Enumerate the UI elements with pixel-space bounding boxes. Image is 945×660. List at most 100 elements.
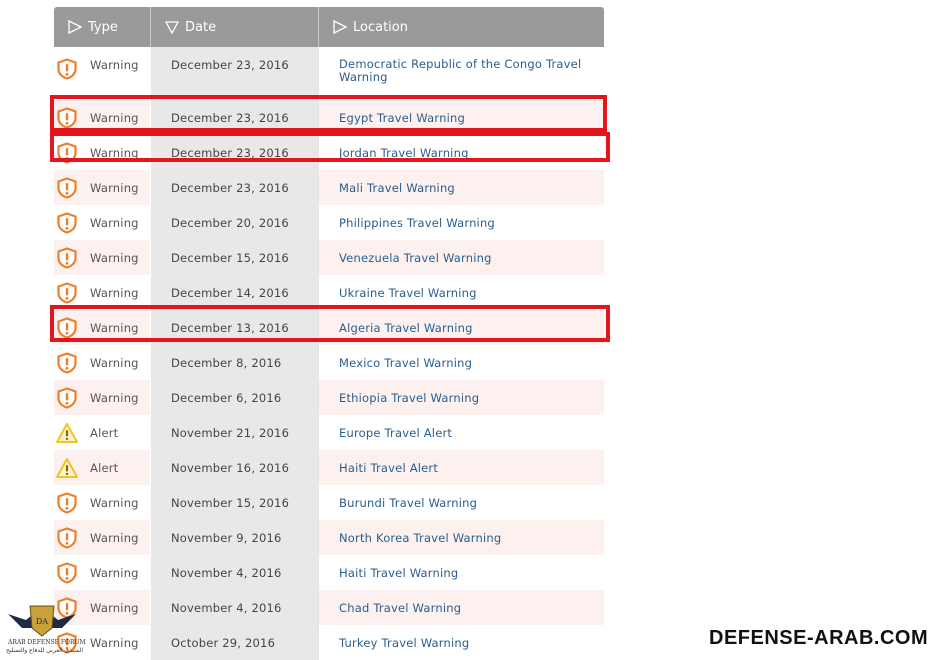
type-label: Warning [90,145,139,160]
location-link[interactable]: Haiti Travel Alert [339,461,438,475]
type-label: Warning [90,565,139,580]
location-cell: Philippines Travel Warning [318,205,604,240]
date-label: December 15, 2016 [171,250,289,265]
table-row: Warning December 13, 2016 Algeria Travel W… [54,310,604,345]
type-label: Warning [90,250,139,265]
date-label: December 23, 2016 [171,180,289,195]
type-label: Alert [90,460,119,475]
type-label: Warning [90,530,139,545]
date-label: November 9, 2016 [171,530,282,545]
table-row: Warning November 15, 2016 Burundi Travel W… [54,485,604,520]
date-label: December 23, 2016 [171,110,289,125]
column-header-location[interactable]: Location [318,7,604,47]
date-label: December 23, 2016 [171,58,289,72]
location-cell: Egypt Travel Warning [318,100,604,135]
date-cell: December 20, 2016 [150,205,318,240]
type-cell: Warning [54,135,150,170]
location-link[interactable]: Venezuela Travel Warning [339,251,492,265]
sort-arrow-icon [68,20,82,34]
logo-text-english: ARAB DEFENSE FORUM [8,639,86,646]
date-cell: December 6, 2016 [150,380,318,415]
location-link[interactable]: Jordan Travel Warning [339,146,469,160]
location-cell: Jordan Travel Warning [318,135,604,170]
location-cell: Mexico Travel Warning [318,345,604,380]
location-link[interactable]: Ethiopia Travel Warning [339,391,479,405]
date-cell: November 15, 2016 [150,485,318,520]
shield-warning-icon [57,211,77,234]
table-row: Warning December 23, 2016 Mali Travel Warn… [54,170,604,205]
location-link[interactable]: Algeria Travel Warning [339,321,473,335]
location-link[interactable]: Burundi Travel Warning [339,496,477,510]
date-label: December 23, 2016 [171,145,289,160]
triangle-alert-icon [56,457,78,478]
shield-warning-icon [57,58,77,80]
location-cell: Europe Travel Alert [318,415,604,450]
table-row: Alert November 21, 2016 Europe Travel Aler… [54,415,604,450]
date-cell: November 4, 2016 [150,555,318,590]
date-cell: December 23, 2016 [150,170,318,205]
location-link[interactable]: Egypt Travel Warning [339,111,465,125]
location-link[interactable]: North Korea Travel Warning [339,531,501,545]
type-cell: Warning [54,520,150,555]
date-cell: November 9, 2016 [150,520,318,555]
location-link[interactable]: Europe Travel Alert [339,426,452,440]
type-cell: Warning [54,380,150,415]
location-link[interactable]: Democratic Republic of the Congo Travel … [339,58,604,84]
travel-advisories-table: Type Date Location Warning December 23, 2… [54,7,604,660]
table-row: Warning November 4, 2016 Haiti Travel Warn… [54,555,604,590]
type-cell: Alert [54,450,150,485]
svg-text:DA: DA [36,617,48,626]
location-link[interactable]: Philippines Travel Warning [339,216,495,230]
table-row: Warning October 29, 2016 Turkey Travel War… [54,625,604,660]
date-cell: November 4, 2016 [150,590,318,625]
location-cell: Mali Travel Warning [318,170,604,205]
watermark-site-name: DEFENSE-ARAB.COM [709,627,929,649]
shield-warning-icon [57,526,77,549]
location-cell: Turkey Travel Warning [318,625,604,660]
location-link[interactable]: Ukraine Travel Warning [339,286,477,300]
location-cell: Democratic Republic of the Congo Travel … [318,47,604,100]
location-link[interactable]: Mexico Travel Warning [339,356,472,370]
location-cell: Venezuela Travel Warning [318,240,604,275]
date-cell: December 23, 2016 [150,100,318,135]
type-cell: Warning [54,345,150,380]
date-cell: December 8, 2016 [150,345,318,380]
type-label: Warning [90,285,139,300]
table-row: Warning November 9, 2016 North Korea Trave… [54,520,604,555]
location-link[interactable]: Mali Travel Warning [339,181,455,195]
location-link[interactable]: Turkey Travel Warning [339,636,469,650]
table-row: Warning December 23, 2016 Jordan Travel Wa… [54,135,604,170]
shield-warning-icon [57,316,77,339]
column-header-type[interactable]: Type [54,7,150,47]
column-header-date[interactable]: Date [150,7,318,47]
location-link[interactable]: Haiti Travel Warning [339,566,458,580]
type-label: Warning [90,355,139,370]
type-cell: Warning [54,100,150,135]
sort-arrow-icon [333,20,347,34]
location-cell: Ethiopia Travel Warning [318,380,604,415]
table-row: Warning November 4, 2016 Chad Travel Warni… [54,590,604,625]
shield-warning-icon [57,386,77,409]
table-row: Warning December 23, 2016 Democratic Repub… [54,47,604,100]
location-cell: North Korea Travel Warning [318,520,604,555]
date-label: November 15, 2016 [171,495,290,510]
table-row: Warning December 14, 2016 Ukraine Travel W… [54,275,604,310]
date-label: December 13, 2016 [171,320,289,335]
type-label: Warning [90,215,139,230]
date-label: November 16, 2016 [171,460,290,475]
type-label: Warning [90,635,139,650]
type-cell: Alert [54,415,150,450]
location-link[interactable]: Chad Travel Warning [339,601,461,615]
date-label: November 4, 2016 [171,565,282,580]
type-cell: Warning [54,310,150,345]
table-header: Type Date Location [54,7,604,47]
type-label: Warning [90,180,139,195]
type-label: Warning [90,110,139,125]
shield-warning-icon [57,106,77,129]
table-row: Warning December 8, 2016 Mexico Travel War… [54,345,604,380]
date-label: December 14, 2016 [171,285,289,300]
type-cell: Warning [54,240,150,275]
type-cell: Warning [54,555,150,590]
date-label: December 6, 2016 [171,390,282,405]
table-row: Warning December 23, 2016 Egypt Travel War… [54,100,604,135]
